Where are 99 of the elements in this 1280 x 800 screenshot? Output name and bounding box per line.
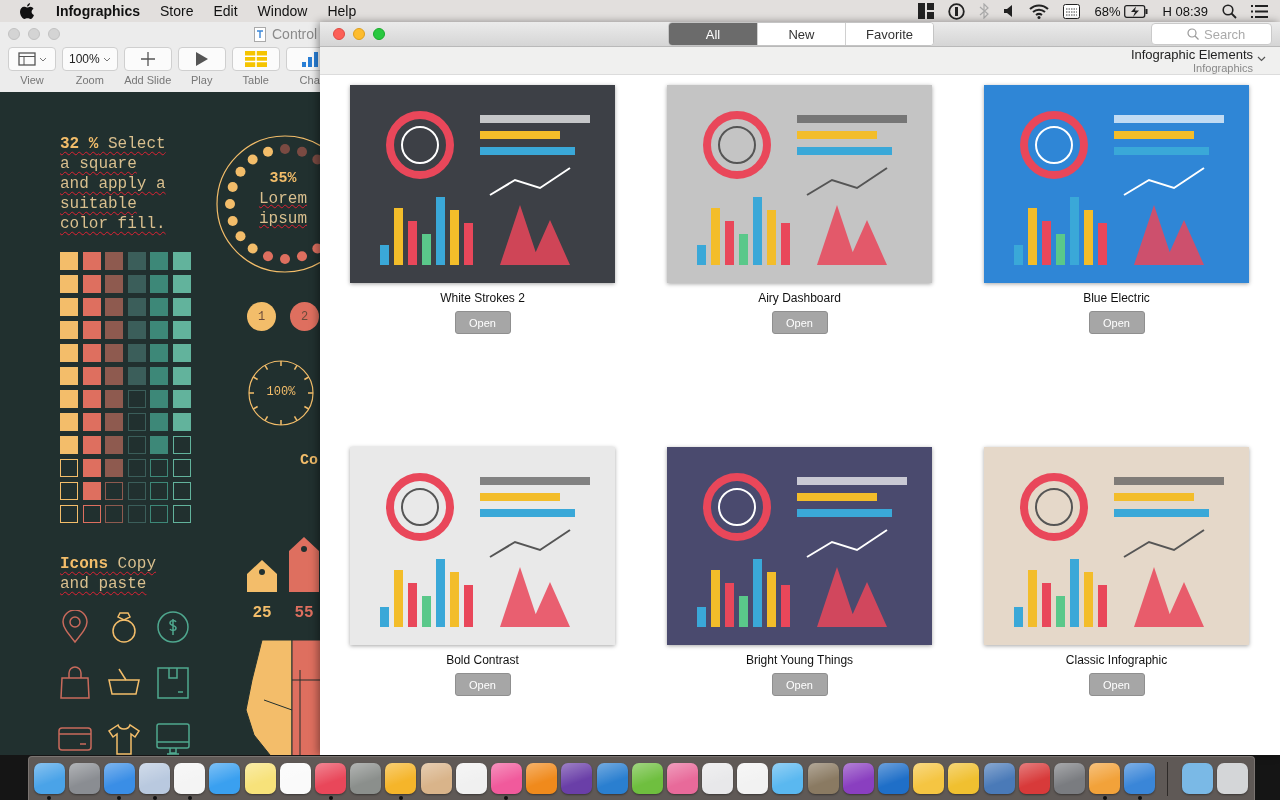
- app-menu[interactable]: Infographics: [46, 3, 150, 19]
- app-icon[interactable]: [490, 763, 522, 794]
- ring-label: Lorem ipsum: [258, 189, 308, 229]
- toolbar-label: Play: [191, 74, 213, 86]
- template-preview[interactable]: [350, 85, 615, 283]
- ring-percent: 35%: [269, 170, 297, 187]
- play-icon: [194, 51, 209, 67]
- app-icon[interactable]: [1089, 763, 1121, 794]
- view-button[interactable]: [8, 47, 56, 71]
- template-name: Classic Infographic: [1065, 653, 1168, 667]
- icons-heading: Icons Copy and paste: [60, 554, 158, 594]
- app-icon[interactable]: [1124, 763, 1156, 794]
- instruction-text: 32 % Select a square and apply a suitable color fill.: [60, 134, 167, 234]
- add-button[interactable]: [123, 47, 172, 71]
- menu-item[interactable]: Store: [150, 3, 204, 19]
- app-icon[interactable]: [68, 763, 100, 794]
- chart-button[interactable]: [285, 47, 320, 71]
- search-icon[interactable]: [1222, 3, 1237, 19]
- filter-tab[interactable]: All: [669, 23, 757, 45]
- template-preview[interactable]: [984, 447, 1249, 645]
- app-icon[interactable]: [244, 763, 276, 794]
- template-name: Blue Electric: [1083, 291, 1150, 305]
- window-layout-icon[interactable]: [918, 3, 935, 19]
- template-preview[interactable]: [667, 85, 932, 283]
- apple-logo-icon[interactable]: [20, 3, 34, 19]
- template-preview[interactable]: [667, 447, 932, 645]
- toolbar-label: Zoom: [75, 74, 104, 86]
- step-circle: 2: [290, 302, 319, 331]
- menu-item[interactable]: Help: [317, 3, 367, 19]
- dollar-coin-icon: [156, 610, 190, 644]
- app-icon[interactable]: [948, 763, 980, 794]
- t-shirt-icon: [107, 722, 141, 755]
- template-name: Bold Contrast: [446, 653, 519, 667]
- app-icon[interactable]: [455, 763, 487, 794]
- close-button[interactable]: [333, 28, 345, 40]
- bar-chart-icon: [301, 51, 318, 67]
- battery-charging-icon[interactable]: [1124, 4, 1149, 18]
- package-box-icon: [156, 666, 190, 700]
- search-field[interactable]: Search: [1151, 23, 1272, 45]
- app-icon[interactable]: [702, 763, 734, 794]
- play-button[interactable]: [177, 47, 226, 71]
- template-preview[interactable]: [984, 85, 1249, 283]
- template-name: Bright Young Things: [745, 653, 854, 667]
- app-icon[interactable]: [772, 763, 804, 794]
- zoom-button[interactable]: [373, 28, 385, 40]
- shopping-bag-icon: [58, 666, 92, 700]
- battery-percent: 68%: [1094, 3, 1121, 19]
- gauge-drawing: [247, 359, 315, 427]
- app-icon[interactable]: [631, 763, 663, 794]
- document-icon: [254, 26, 266, 42]
- toolbar-label: View: [20, 74, 44, 86]
- search-icon: [1187, 28, 1199, 40]
- filter-tab[interactable]: Favorite: [845, 23, 933, 45]
- app-icon[interactable]: [666, 763, 698, 794]
- app-icon[interactable]: [385, 763, 417, 794]
- toolbar-label: Table: [242, 74, 269, 86]
- sidebar-layout-icon: [17, 52, 36, 66]
- trash-icon[interactable]: [1216, 763, 1248, 794]
- wifi-icon[interactable]: [1029, 3, 1050, 19]
- keyboard-icon[interactable]: [1063, 3, 1081, 19]
- app-icon[interactable]: [350, 763, 382, 794]
- gauge-value: 100%: [265, 385, 297, 399]
- app-icon[interactable]: [174, 763, 206, 794]
- caret-icon[interactable]: [1257, 56, 1266, 62]
- category-title[interactable]: Infographic Elements: [1130, 47, 1253, 62]
- menu-item[interactable]: Edit: [203, 3, 248, 19]
- table-icon: [244, 51, 267, 67]
- list-menu-icon[interactable]: [1251, 4, 1268, 18]
- app-icon[interactable]: [103, 763, 135, 794]
- app-icon[interactable]: [807, 763, 839, 794]
- window-title: Control: [272, 26, 318, 42]
- app-icon[interactable]: [209, 763, 241, 794]
- template-name: White Strokes 2: [440, 291, 525, 305]
- menu-item[interactable]: Window: [247, 3, 318, 19]
- app-icon[interactable]: [1053, 763, 1085, 794]
- app-icon[interactable]: [913, 763, 945, 794]
- template-name: Airy Dashboard: [758, 291, 841, 305]
- keyhole-icon[interactable]: [948, 2, 966, 20]
- heading-text: Co: [300, 452, 318, 469]
- caret-icon: [38, 56, 47, 62]
- template-preview[interactable]: [350, 447, 615, 645]
- app-icon[interactable]: [33, 763, 65, 794]
- toolbar-label: Cha: [299, 74, 320, 86]
- app-icon[interactable]: [420, 763, 452, 794]
- app-icon[interactable]: [139, 763, 171, 794]
- app-icon[interactable]: [279, 763, 311, 794]
- toolbar-label: Add Slide: [124, 74, 172, 86]
- tag-value: 55: [294, 604, 314, 622]
- category-subtitle: Infographics: [1193, 62, 1253, 74]
- folder-icon[interactable]: [1181, 763, 1213, 794]
- step-circle: 1: [247, 302, 276, 331]
- zoom-button[interactable]: 100%: [62, 47, 118, 71]
- caret-icon: [102, 56, 111, 62]
- app-icon[interactable]: [737, 763, 769, 794]
- menu-clock[interactable]: H 08:39: [1162, 3, 1208, 19]
- monitor-icon: [156, 722, 190, 755]
- plus-icon: [139, 51, 156, 67]
- tag-value: 25: [252, 604, 272, 622]
- app-icon[interactable]: [526, 763, 558, 794]
